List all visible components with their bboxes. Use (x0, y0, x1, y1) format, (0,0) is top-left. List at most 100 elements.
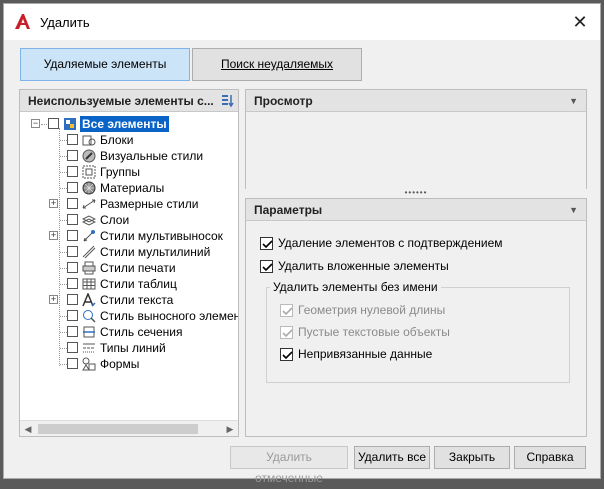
text-style-icon (82, 293, 96, 307)
tree-label: Материалы (100, 181, 165, 195)
collapse-caret-icon[interactable]: ▼ (569, 199, 578, 221)
panel-header[interactable]: Параметры ▼ (246, 199, 586, 221)
tree-label: Стили печати (100, 261, 176, 275)
panel-title: Параметры (254, 203, 323, 217)
tree-label: Стили таблиц (100, 277, 177, 291)
tree-item[interactable]: Стили мультилиний (20, 244, 238, 260)
checkbox-label: Непривязанные данные (298, 347, 433, 361)
tree-item[interactable]: Типы линий (20, 340, 238, 356)
checkbox-label: Удалить вложенные элементы (278, 259, 449, 273)
scroll-right-icon[interactable]: ▶ (222, 421, 238, 437)
tree-item[interactable]: Блоки (20, 132, 238, 148)
expand-icon[interactable]: + (49, 199, 58, 208)
tree-root[interactable]: − Все элементы (20, 116, 238, 132)
tree-item[interactable]: + Стили текста (20, 292, 238, 308)
scroll-left-icon[interactable]: ◀ (20, 421, 36, 437)
tree-checkbox[interactable] (67, 214, 78, 225)
group-label: Удалить элементы без имени (270, 280, 441, 294)
tree-item[interactable]: + Стили мультивыносок (20, 228, 238, 244)
purge-checked-button[interactable]: Удалить отмеченные (230, 446, 348, 485)
linetype-icon (83, 343, 95, 353)
shape-icon (82, 357, 96, 371)
tree-checkbox[interactable] (67, 182, 78, 193)
tree-checkbox[interactable] (48, 118, 59, 129)
checkbox-label: Геометрия нулевой длины (298, 303, 446, 317)
visual-style-icon (82, 149, 96, 163)
tree-checkbox[interactable] (67, 358, 78, 369)
tree-label: Размерные стили (100, 197, 199, 211)
tree-item[interactable]: Формы (20, 356, 238, 372)
expand-icon[interactable]: + (49, 295, 58, 304)
tree-checkbox[interactable] (67, 134, 78, 145)
tree-label: Стили мультивыносок (100, 229, 223, 243)
scroll-thumb[interactable] (38, 424, 198, 434)
multiline-style-icon (82, 245, 96, 259)
tab-label: Удаляемые элементы (43, 57, 167, 71)
tree-label: Стили текста (100, 293, 174, 307)
tree-item[interactable]: Визуальные стили (20, 148, 238, 164)
tree-checkbox[interactable] (67, 294, 78, 305)
collapse-icon[interactable]: − (31, 119, 40, 128)
purge-dialog: Удалить ✕ Удаляемые элементы Поиск неуда… (3, 3, 601, 485)
purge-tree: − Все элементы Блоки Визуальные стили Гр… (20, 114, 238, 416)
tree-checkbox[interactable] (67, 278, 78, 289)
tree-item[interactable]: Стили печати (20, 260, 238, 276)
plot-style-icon (82, 261, 96, 275)
panel-header[interactable]: Просмотр ▼ (246, 90, 586, 112)
panel-header: Неиспользуемые элементы с... (20, 90, 238, 112)
tree-label: Формы (100, 357, 140, 371)
tree-item[interactable]: Материалы (20, 180, 238, 196)
help-button[interactable]: Справка (514, 446, 586, 469)
tree-label: Слои (100, 213, 130, 227)
expand-icon[interactable]: + (49, 231, 58, 240)
tree-item[interactable]: Стиль сечения (20, 324, 238, 340)
tree-label: Стиль сечения (100, 325, 183, 339)
checkbox-label: Пустые текстовые объекты (298, 325, 450, 339)
tree-checkbox[interactable] (67, 326, 78, 337)
group-icon (82, 165, 96, 179)
preview-panel: Просмотр ▼ (245, 89, 587, 189)
unused-items-panel: Неиспользуемые элементы с... − Все элеме… (19, 89, 239, 437)
tab-purgeable-items[interactable]: Удаляемые элементы (20, 48, 190, 81)
panel-title: Неиспользуемые элементы с... (28, 94, 214, 108)
block-icon (82, 135, 96, 146)
table-style-icon (82, 278, 96, 290)
multileader-style-icon (83, 230, 95, 242)
tree-checkbox[interactable] (67, 342, 78, 353)
tree-item[interactable]: Слои (20, 212, 238, 228)
tree-checkbox[interactable] (67, 262, 78, 273)
panel-splitter[interactable]: •••••• (245, 189, 587, 197)
autocad-logo-icon (15, 14, 30, 29)
preview-area (246, 113, 586, 189)
purge-all-button[interactable]: Удалить все (354, 446, 430, 469)
material-icon (82, 181, 96, 195)
collapse-caret-icon[interactable]: ▼ (569, 90, 578, 112)
layer-icon (82, 215, 96, 226)
tree-item[interactable]: + Размерные стили (20, 196, 238, 212)
tree-item[interactable]: Стили таблиц (20, 276, 238, 292)
tree-checkbox[interactable] (67, 198, 78, 209)
tree-checkbox[interactable] (67, 150, 78, 161)
close-window-button[interactable]: ✕ (570, 12, 590, 32)
window-title: Удалить (40, 15, 90, 30)
tree-checkbox[interactable] (67, 230, 78, 241)
detail-view-style-icon (83, 310, 96, 323)
tree-label: Группы (100, 165, 140, 179)
horizontal-scrollbar[interactable]: ◀ ▶ (20, 420, 238, 436)
tree-label: Визуальные стили (100, 149, 204, 163)
tree-item[interactable]: Группы (20, 164, 238, 180)
panel-title: Просмотр (254, 94, 313, 108)
close-button[interactable]: Закрыть (434, 446, 510, 469)
tree-checkbox[interactable] (67, 246, 78, 257)
tab-non-purgeable-items[interactable]: Поиск неудаляемых элементов (192, 48, 362, 102)
tree-label: Все элементы (80, 116, 169, 132)
sort-icon[interactable] (221, 94, 235, 108)
tree-label: Стили мультилиний (100, 245, 211, 259)
tree-label: Типы линий (100, 341, 166, 355)
tree-checkbox[interactable] (67, 310, 78, 321)
tree-label: Стиль выносного элемента (100, 309, 238, 323)
tree-label: Блоки (100, 133, 134, 147)
tree-checkbox[interactable] (67, 166, 78, 177)
section-view-style-icon (83, 326, 95, 338)
tree-item[interactable]: Стиль выносного элемента (20, 308, 238, 324)
